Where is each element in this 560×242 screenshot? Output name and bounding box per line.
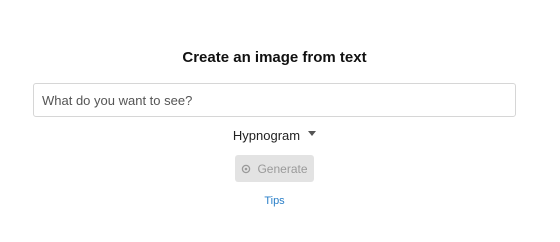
- prompt-input[interactable]: [33, 83, 516, 117]
- tips-link[interactable]: Tips: [0, 195, 549, 207]
- create-image-panel: Create an image from text Hypnogram Gene…: [0, 0, 560, 242]
- gear-icon: [241, 164, 251, 174]
- generate-button[interactable]: Generate: [235, 155, 314, 182]
- style-dropdown-value: Hypnogram: [232, 128, 301, 143]
- page-title: Create an image from text: [182, 49, 367, 66]
- style-dropdown[interactable]: Hypnogram: [0, 128, 549, 143]
- generate-button-label: Generate: [257, 161, 308, 176]
- caret-down-icon: [308, 130, 317, 136]
